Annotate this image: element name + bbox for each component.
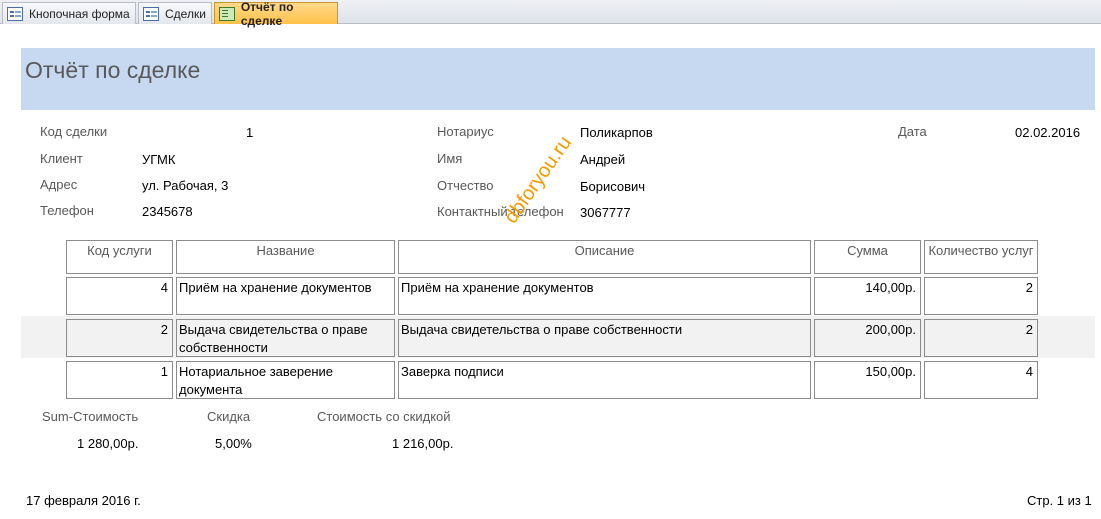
table-row-sum: 150,00р. [814, 361, 921, 399]
notary-value: Поликарпов [580, 125, 653, 140]
table-row-name: Нотариальное заверение документа [176, 361, 395, 399]
table-row-description: Приём на хранение документов [398, 277, 811, 315]
client-value: УГМК [142, 152, 176, 167]
date-label: Дата [898, 124, 927, 139]
address-value: ул. Рабочая, 3 [142, 178, 229, 193]
phone-value: 2345678 [142, 204, 193, 219]
table-row-name: Выдача свидетельства о праве собственнос… [176, 319, 395, 357]
table-row-code: 4 [66, 277, 173, 315]
table-row-description: Выдача свидетельства о праве собственнос… [398, 319, 811, 357]
discount-value: 5,00% [215, 436, 252, 451]
sum-total-label: Sum-Стоимость [42, 409, 139, 424]
tab-deal-report[interactable]: Отчёт по сделке [214, 0, 338, 28]
report-header: Отчёт по сделке [21, 48, 1095, 110]
date-value: 02.02.2016 [1015, 125, 1081, 140]
table-row-quantity: 4 [924, 361, 1038, 399]
column-header-description: Описание [398, 240, 811, 274]
deal-code-label: Код сделки [40, 124, 108, 139]
footer-date: 17 февраля 2016 г. [26, 493, 141, 508]
report-icon [219, 6, 235, 21]
tab-label: Отчёт по сделке [240, 0, 294, 28]
sum-total-value: 1 280,00р. [77, 436, 139, 451]
table-row-code: 1 [66, 361, 173, 399]
tab-deals[interactable]: Сделки [138, 2, 212, 24]
discounted-total-value: 1 216,00р. [392, 436, 454, 451]
name-value: Андрей [580, 152, 626, 167]
table-row-sum: 200,00р. [814, 319, 921, 357]
deal-code-value: 1 [246, 125, 254, 140]
table-row-sum: 140,00р. [814, 277, 921, 315]
discount-label: Скидка [207, 409, 251, 424]
column-header-name: Название [176, 240, 395, 274]
address-label: Адрес [40, 177, 78, 192]
report-title: Отчёт по сделке [25, 57, 201, 83]
footer-page-number: Стр. 1 из 1 [1027, 493, 1092, 508]
client-label: Клиент [40, 151, 83, 166]
contact-phone-value: 3067777 [580, 205, 631, 220]
tab-switchboard-form[interactable]: Кнопочная форма [2, 2, 136, 24]
document-tab-bar: Кнопочная форма Сделки Отчёт по сделке [0, 0, 1101, 28]
patronymic-label: Отчество [437, 178, 494, 193]
table-row-code: 2 [66, 319, 173, 357]
tab-label: Сделки [165, 6, 206, 21]
discounted-total-label: Стоимость со скидкой [317, 409, 451, 424]
column-header-sum: Сумма [814, 240, 921, 274]
table-row-quantity: 2 [924, 319, 1038, 357]
patronymic-value: Борисович [580, 179, 646, 194]
table-row-name: Приём на хранение документов [176, 277, 395, 315]
form-icon [7, 6, 23, 21]
notary-label: Нотариус [437, 124, 494, 139]
column-header-quantity: Количество услуг [924, 240, 1038, 274]
table-row-description: Заверка подписи [398, 361, 811, 399]
form-icon [143, 6, 159, 21]
name-label: Имя [437, 151, 463, 166]
phone-label: Телефон [40, 203, 94, 218]
column-header-service-code: Код услуги [66, 240, 173, 274]
table-row-quantity: 2 [924, 277, 1038, 315]
contact-phone-label: Контактный телефон [437, 204, 564, 219]
tab-label: Кнопочная форма [29, 6, 130, 21]
